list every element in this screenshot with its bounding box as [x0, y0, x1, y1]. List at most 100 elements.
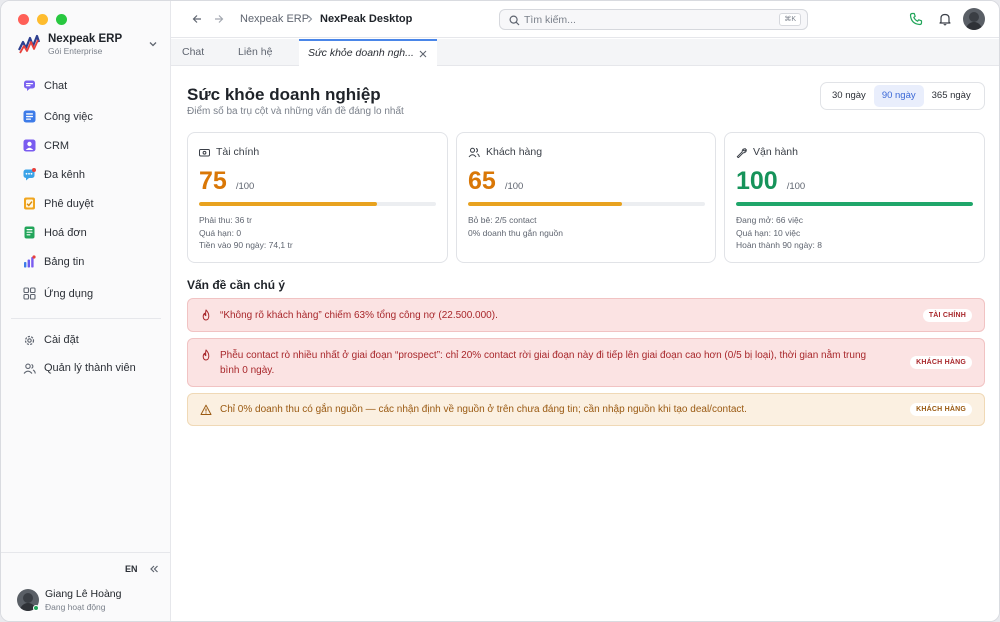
close-window-button[interactable]	[18, 14, 29, 25]
card-title: Tài chính	[216, 146, 260, 158]
sidebar-item-apps[interactable]: Ứng dụng	[11, 279, 161, 308]
progress-fill	[468, 202, 623, 206]
tasks-icon	[22, 110, 36, 124]
minimize-window-button[interactable]	[37, 14, 48, 25]
sidebar-item-approval[interactable]: Phê duyệt	[11, 189, 161, 218]
sidebar-item-label: Quản lý thành viên	[44, 362, 136, 374]
back-arrow-icon[interactable]	[191, 13, 203, 25]
sidebar-item-chat[interactable]: Chat	[11, 73, 161, 98]
tab-contacts[interactable]: Liên hệ	[238, 39, 272, 66]
user-avatar-button[interactable]	[963, 8, 985, 30]
org-logo-icon	[18, 34, 41, 54]
sidebar-item-settings[interactable]: Cài đặt	[11, 326, 161, 354]
score-max: /100	[504, 181, 524, 192]
sidebar-item-newsfeed[interactable]: Bảng tin	[11, 247, 161, 276]
operations-stats: Đang mở: 66 việc Quá hạn: 10 việc Hoàn t…	[736, 214, 822, 252]
org-name: Nexpeak ERP	[48, 32, 123, 45]
chat-icon	[22, 79, 36, 93]
sidebar-item-label: Cài đặt	[44, 334, 79, 346]
sidebar-item-label: Đa kênh	[44, 168, 85, 181]
org-switcher[interactable]: Nexpeak ERP Gói Enterprise	[17, 31, 159, 57]
flame-icon	[202, 309, 210, 321]
card-title: Khách hàng	[486, 146, 543, 158]
phone-icon[interactable]	[909, 12, 923, 26]
tab-business-health[interactable]: Sức khỏe doanh ngh...	[299, 39, 437, 66]
finance-score: 75	[199, 167, 227, 195]
omnichannel-icon	[22, 168, 36, 182]
user-name: Giang Lê Hoàng	[45, 588, 122, 600]
sidebar-item-label: Ứng dụng	[44, 287, 94, 300]
tab-chat[interactable]: Chat	[182, 39, 204, 66]
sidebar-divider	[11, 318, 161, 319]
stat-line: Đang mở: 66 việc	[736, 215, 803, 225]
score-max: /100	[235, 181, 255, 192]
progress-fill	[736, 202, 973, 206]
apps-icon	[22, 287, 36, 301]
sidebar: Nexpeak ERP Gói Enterprise Chat Công việ…	[1, 1, 171, 621]
stat-line: Phải thu: 36 tr	[199, 215, 252, 225]
customer-score-card: Khách hàng 65 /100 Bỏ bê: 2/5 contact 0%…	[456, 132, 716, 263]
breadcrumb-current: NexPeak Desktop	[320, 13, 413, 25]
range-30-days-button[interactable]: 30 ngày	[824, 85, 874, 107]
sidebar-item-label: CRM	[44, 139, 70, 152]
card-title: Vận hành	[753, 146, 798, 158]
sidebar-item-omnichannel[interactable]: Đa kênh	[11, 160, 161, 189]
range-90-days-button[interactable]: 90 ngày	[873, 85, 924, 107]
operations-progress-bar	[736, 202, 973, 206]
sidebar-nav: Chat Công việc CRM Đa kênh Phê duyệt Hoá…	[11, 73, 161, 382]
finance-stats: Phải thu: 36 tr Quá hạn: 0 Tiền vào 90 n…	[199, 214, 293, 252]
language-toggle[interactable]: EN	[125, 564, 138, 574]
close-tab-icon[interactable]	[419, 50, 427, 58]
warning-icon	[200, 404, 212, 415]
customer-score: 65	[468, 167, 496, 195]
maximize-window-button[interactable]	[56, 14, 67, 25]
issue-row[interactable]: Phễu contact rò nhiều nhất ở giai đoạn “…	[187, 338, 985, 387]
search-icon	[509, 15, 520, 26]
forward-arrow-icon[interactable]	[213, 13, 225, 25]
chevron-down-icon	[149, 42, 157, 47]
score-max: /100	[786, 181, 806, 192]
issue-category-badge: KHÁCH HÀNG	[910, 403, 972, 416]
issues-section-title: Vấn đề cần chú ý	[187, 278, 286, 292]
time-range-selector: 30 ngày 90 ngày 365 ngày	[820, 82, 985, 110]
stat-line: Tiền vào 90 ngày: 74,1 tr	[199, 240, 293, 250]
invoice-icon	[22, 226, 36, 240]
search-input[interactable]	[524, 12, 764, 27]
range-365-days-button[interactable]: 365 ngày	[924, 85, 979, 107]
issue-text: Chỉ 0% doanh thu có gắn nguồn — các nhận…	[220, 404, 747, 415]
finance-score-card: Tài chính 75 /100 Phải thu: 36 tr Quá hạ…	[187, 132, 448, 263]
user-status: Đang hoạt động	[45, 602, 106, 612]
breadcrumb-root[interactable]: Nexpeak ERP	[240, 13, 309, 25]
issue-category-badge: KHÁCH HÀNG	[910, 356, 972, 369]
app-window: Nexpeak ERP Gói Enterprise Chat Công việ…	[0, 0, 1000, 622]
stat-line: 0% doanh thu gắn nguồn	[468, 227, 564, 238]
newsfeed-icon	[22, 255, 36, 269]
sidebar-item-label: Phê duyệt	[44, 197, 94, 210]
sidebar-item-tasks[interactable]: Công việc	[11, 102, 161, 131]
collapse-sidebar-icon[interactable]	[148, 563, 160, 575]
org-plan: Gói Enterprise	[48, 45, 103, 56]
sidebar-item-members[interactable]: Quản lý thành viên	[11, 354, 161, 382]
issue-row[interactable]: “Không rõ khách hàng” chiếm 63% tổng côn…	[187, 298, 985, 332]
issue-row[interactable]: Chỉ 0% doanh thu có gắn nguồn — các nhận…	[187, 393, 985, 426]
sidebar-item-invoice[interactable]: Hoá đơn	[11, 218, 161, 247]
members-icon	[22, 361, 36, 375]
window-controls	[18, 14, 67, 25]
operations-score-card: Vận hành 100 /100 Đang mở: 66 việc Quá h…	[724, 132, 985, 263]
main-content: Sức khỏe doanh nghiệp Điểm số ba trụ cột…	[171, 67, 999, 621]
crm-icon	[22, 139, 36, 153]
topbar: Nexpeak ERP NexPeak Desktop ⌘K	[171, 1, 999, 38]
search-bar[interactable]: ⌘K	[499, 9, 808, 30]
progress-fill	[199, 202, 377, 206]
sidebar-item-crm[interactable]: CRM	[11, 131, 161, 160]
approval-icon	[22, 197, 36, 211]
search-shortcut-badge: ⌘K	[779, 13, 801, 26]
customers-icon	[468, 147, 480, 157]
issue-category-badge: TÀI CHÍNH	[922, 308, 972, 322]
sidebar-footer-divider	[1, 552, 171, 553]
bell-icon[interactable]	[938, 12, 952, 26]
chevron-right-icon	[308, 15, 313, 23]
tab-bar: Chat Liên hệ Sức khỏe doanh ngh...	[171, 39, 999, 66]
online-status-dot	[33, 605, 39, 611]
sidebar-item-label: Hoá đơn	[44, 226, 87, 239]
